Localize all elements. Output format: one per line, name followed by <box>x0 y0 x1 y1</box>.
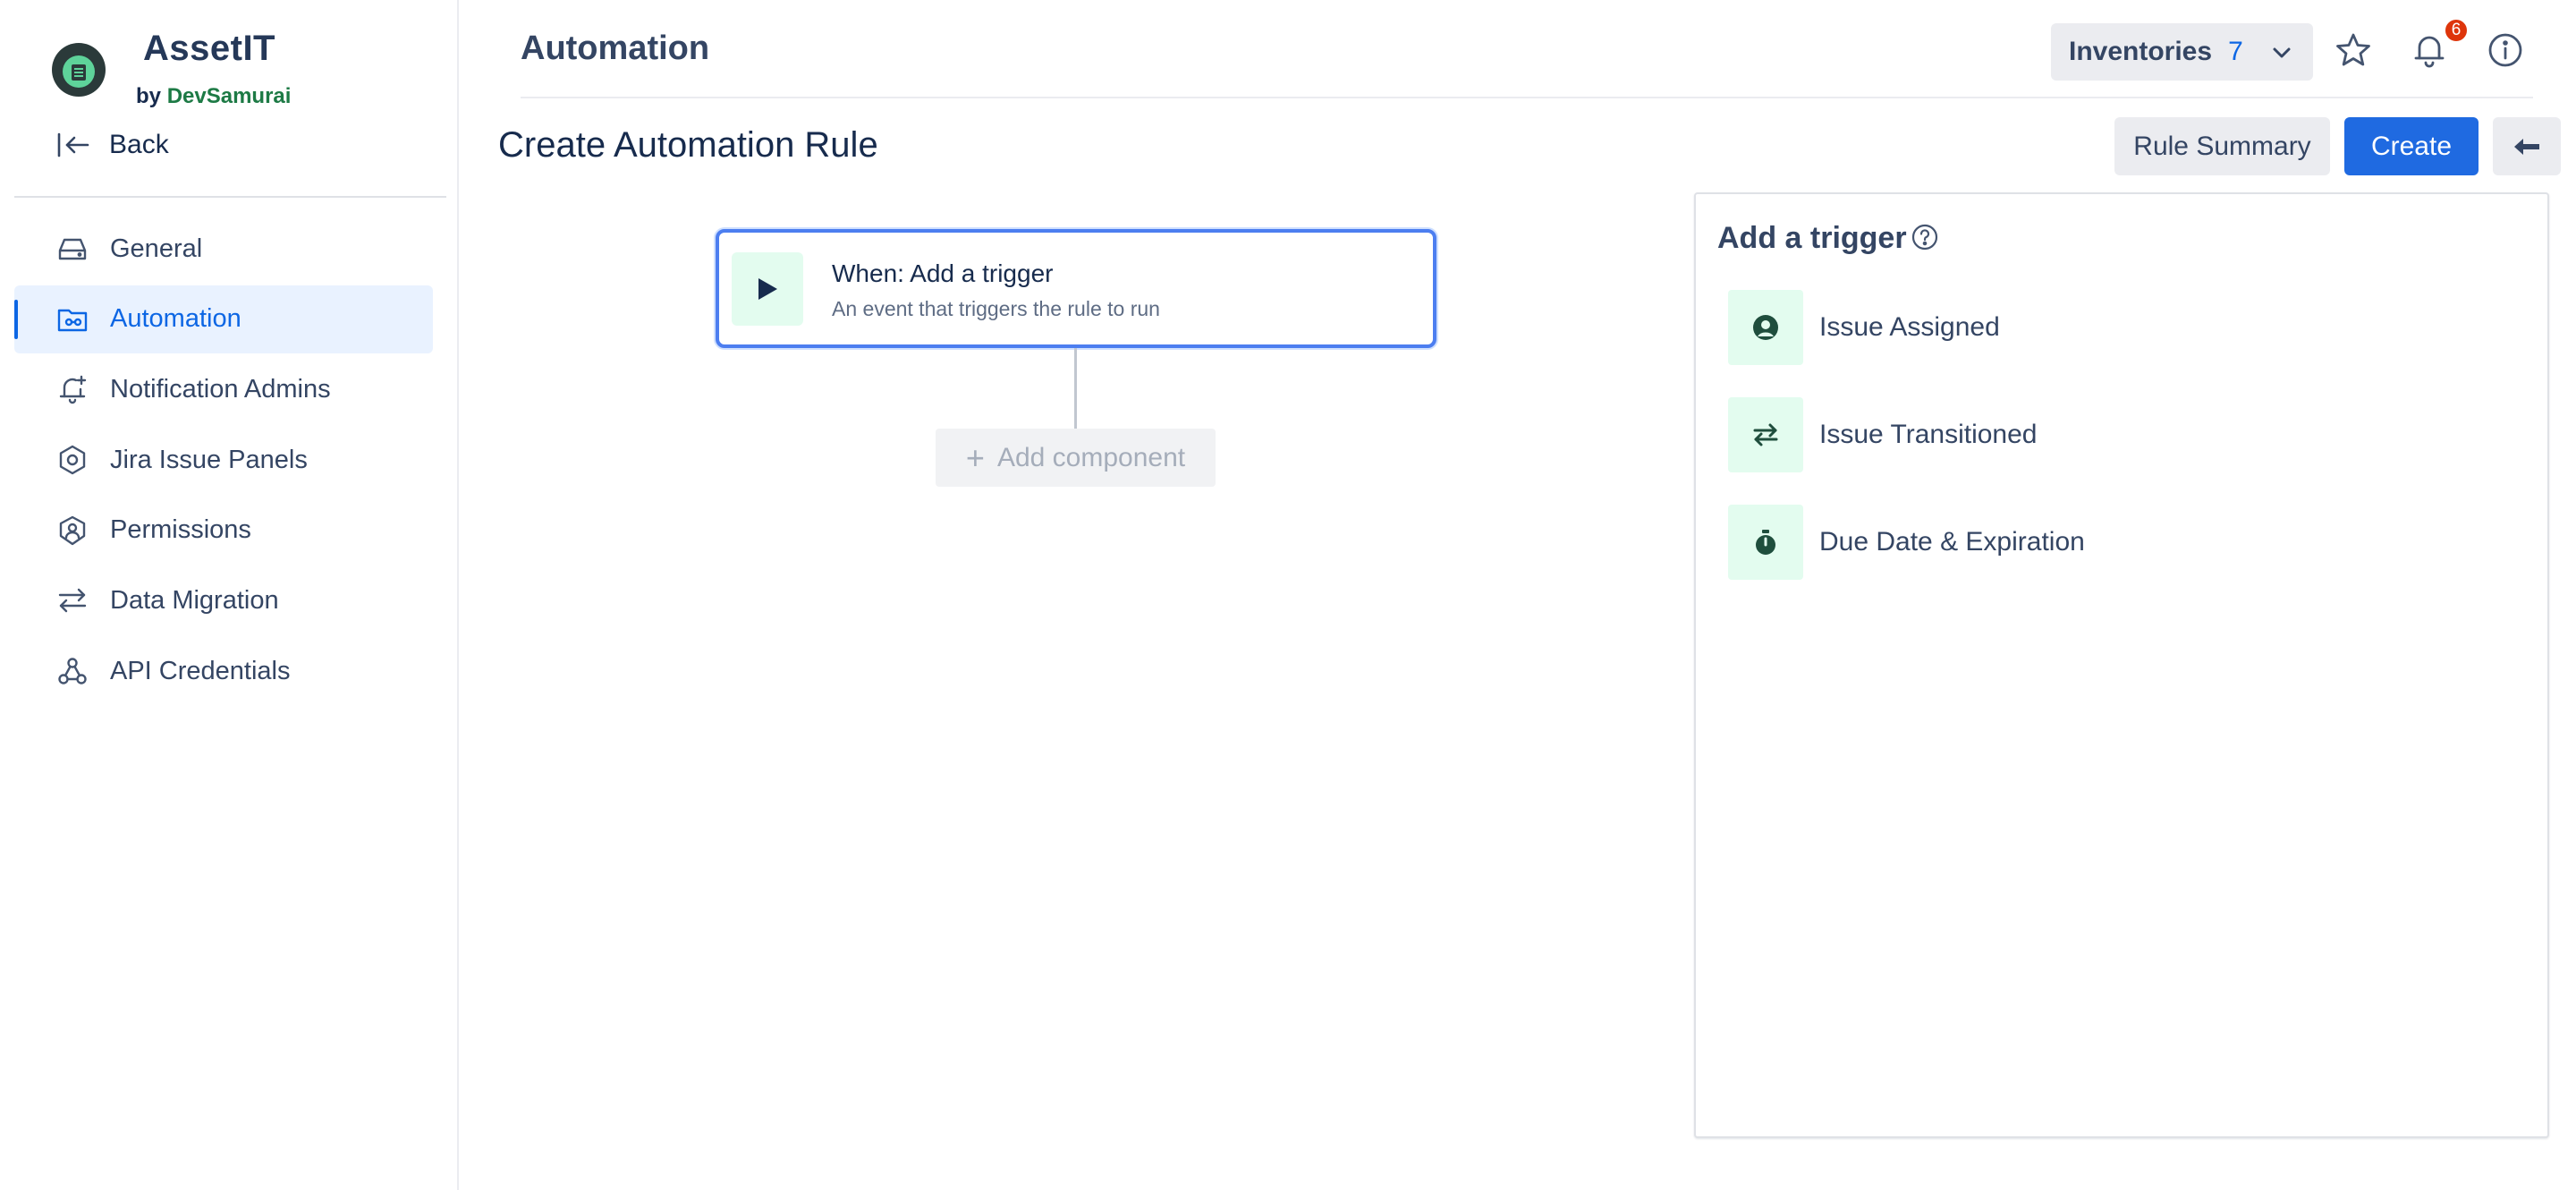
sidebar-item-label: API Credentials <box>110 656 291 685</box>
swap-arrows-icon <box>1728 397 1803 472</box>
notifications-button[interactable] <box>2410 30 2449 70</box>
create-rule-title: Create Automation Rule <box>498 125 878 165</box>
bell-icon <box>2414 36 2445 68</box>
brand-name: AssetIT <box>143 29 275 68</box>
trigger-option-label: Issue Assigned <box>1819 312 2000 342</box>
sidebar-item-label: Automation <box>110 304 242 334</box>
brand-company: DevSamurai <box>166 84 292 108</box>
sidebar-item-general[interactable]: General <box>14 215 433 283</box>
add-component-label: Add component <box>996 442 1186 472</box>
flow-connector <box>1074 348 1077 429</box>
sidebar: AssetIT by DevSamurai Back General Autom… <box>0 0 459 1190</box>
trigger-card-subtitle: An event that triggers the rule to run <box>832 297 1160 320</box>
sidebar-item-label: General <box>110 234 203 263</box>
inventories-count: 7 <box>2228 37 2243 66</box>
brand-logo <box>52 43 106 97</box>
back-link[interactable]: Back <box>55 127 169 163</box>
add-trigger-panel: Add a trigger Issue Assigned Issue Trans… <box>1694 192 2549 1138</box>
panel-title: Add a trigger <box>1717 221 1907 255</box>
user-circle-icon <box>1728 290 1803 365</box>
header-divider <box>521 97 2533 98</box>
sidebar-item-permissions[interactable]: Permissions <box>14 497 433 565</box>
info-button[interactable] <box>2486 30 2525 70</box>
star-icon <box>2336 33 2370 66</box>
sidebar-item-label: Data Migration <box>110 585 279 615</box>
sidebar-item-automation[interactable]: Automation <box>14 285 433 353</box>
trigger-placeholder-card[interactable]: When: Add a trigger An event that trigge… <box>716 229 1436 348</box>
trigger-option-issue-assigned[interactable]: Issue Assigned <box>1728 290 2497 365</box>
brand-by-prefix: by <box>136 84 162 108</box>
rule-summary-button[interactable]: Rule Summary <box>2114 117 2330 175</box>
sidebar-item-label: Notification Admins <box>110 374 331 404</box>
bell-plus-icon <box>56 373 89 405</box>
hexagon-icon <box>56 444 89 476</box>
create-button[interactable]: Create <box>2344 117 2479 175</box>
webhook-icon <box>56 655 89 687</box>
collapse-panel-button[interactable] <box>2493 117 2561 175</box>
sidebar-item-label: Permissions <box>110 515 251 545</box>
plus-icon: + <box>965 438 985 476</box>
automation-icon <box>56 303 89 336</box>
help-icon[interactable] <box>1911 223 1939 251</box>
chevron-down-icon <box>2273 47 2291 58</box>
swap-arrows-icon <box>56 584 89 616</box>
arrow-left-bar-icon <box>57 132 89 157</box>
trigger-option-label: Due Date & Expiration <box>1819 527 2085 557</box>
sidebar-item-label: Jira Issue Panels <box>110 445 308 474</box>
sidebar-item-data-migration[interactable]: Data Migration <box>14 566 433 634</box>
trigger-option-label: Issue Transitioned <box>1819 420 2038 449</box>
trigger-option-due-date-expiration[interactable]: Due Date & Expiration <box>1728 505 2497 580</box>
info-icon <box>2488 33 2522 67</box>
star-button[interactable] <box>2334 30 2373 70</box>
sidebar-divider <box>14 196 446 198</box>
drive-icon <box>56 233 89 265</box>
trigger-option-issue-transitioned[interactable]: Issue Transitioned <box>1728 397 2497 472</box>
inventories-dropdown[interactable]: Inventories 7 <box>2051 23 2313 81</box>
back-label: Back <box>109 130 169 159</box>
inventories-label: Inventories <box>2069 37 2213 66</box>
sidebar-item-api-credentials[interactable]: API Credentials <box>14 637 433 705</box>
play-icon <box>732 252 803 326</box>
arrow-left-icon <box>2514 138 2539 155</box>
sidebar-nav: General Automation Notification Admins J… <box>14 215 433 708</box>
sidebar-item-jira-issue-panels[interactable]: Jira Issue Panels <box>14 426 433 494</box>
notification-count-badge: 6 <box>2444 18 2469 43</box>
sidebar-item-notification-admins[interactable]: Notification Admins <box>14 355 433 423</box>
stopwatch-icon <box>1728 505 1803 580</box>
brand-byline: by DevSamurai <box>136 84 291 109</box>
add-component-button[interactable]: + Add component <box>936 429 1216 487</box>
shield-user-icon <box>56 514 89 547</box>
trigger-card-title: When: Add a trigger <box>832 259 1054 287</box>
page-title: Automation <box>521 30 710 67</box>
